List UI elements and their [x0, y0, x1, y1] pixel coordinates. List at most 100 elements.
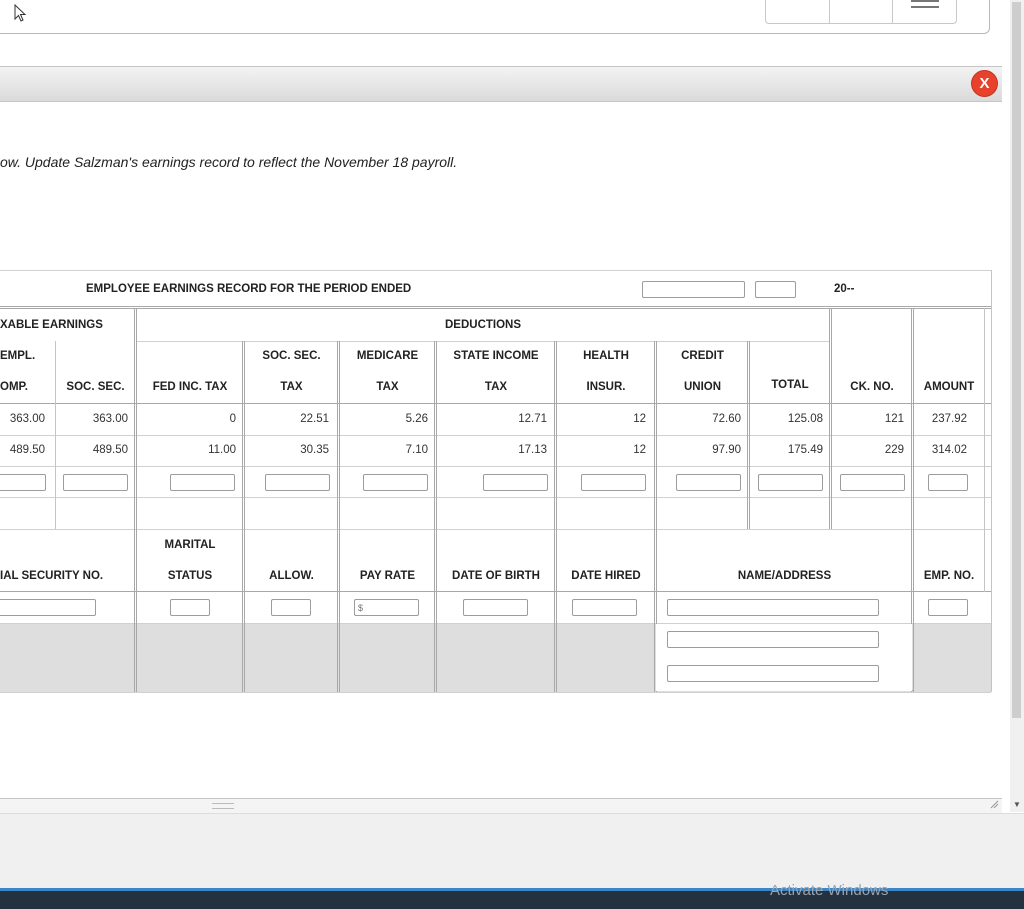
deductions-header: DEDUCTIONS — [444, 319, 522, 331]
row1-state-income-tax: 12.71 — [518, 413, 547, 425]
mouse-cursor-icon — [14, 4, 27, 22]
address-line1-input[interactable] — [667, 631, 879, 648]
social-security-input[interactable] — [0, 599, 96, 616]
taxable-earnings-header: XABLE EARNINGS — [0, 319, 103, 331]
state-income-tax-header-line2: TAX — [484, 381, 508, 393]
row2-soc-sec: 489.50 — [92, 444, 128, 456]
scroll-down-icon[interactable]: ▼ — [1010, 797, 1024, 811]
table-border — [434, 341, 437, 692]
social-security-header: IAL SECURITY NO. — [0, 570, 104, 582]
state-income-tax-header-line1: STATE INCOME — [453, 350, 539, 362]
allow-input[interactable] — [271, 599, 311, 616]
date-hired-header: DATE HIRED — [571, 570, 641, 582]
table-border — [0, 435, 991, 436]
record-title: EMPLOYEE EARNINGS RECORD FOR THE PERIOD … — [86, 283, 412, 295]
activate-windows-watermark: Activate Windows — [770, 882, 889, 899]
medicare-tax-header-line2: TAX — [376, 381, 399, 393]
health-insur-header-line2: INSUR. — [586, 381, 626, 393]
table-border — [829, 308, 832, 529]
row1-amount: 237.92 — [931, 413, 967, 425]
name-address-header: NAME/ADDRESS — [737, 570, 832, 582]
emp-no-input[interactable] — [928, 599, 968, 616]
table-border — [0, 308, 991, 309]
row2-amount: 314.02 — [931, 444, 967, 456]
state-income-tax-input[interactable] — [483, 474, 548, 491]
medicare-tax-input[interactable] — [363, 474, 428, 491]
empl-comp-input[interactable] — [0, 474, 46, 491]
table-border — [242, 341, 245, 692]
splitter-grip-icon[interactable] — [212, 803, 234, 809]
row1-soc-sec: 363.00 — [92, 413, 128, 425]
table-border — [0, 466, 991, 467]
health-insur-input[interactable] — [581, 474, 646, 491]
scrollbar-thumb[interactable] — [1012, 2, 1021, 718]
row2-medicare-tax: 7.10 — [405, 444, 428, 456]
table-border — [136, 341, 830, 342]
period-ended-month-input[interactable] — [642, 281, 745, 298]
medicare-tax-header-line1: MEDICARE — [356, 350, 419, 362]
ck-no-input[interactable] — [840, 474, 905, 491]
period-ended-day-input[interactable] — [755, 281, 796, 298]
row2-fed-inc-tax: 11.00 — [208, 444, 236, 456]
soc-sec-earnings-input[interactable] — [63, 474, 128, 491]
pay-rate-header: PAY RATE — [359, 570, 416, 582]
table-border — [55, 341, 56, 529]
credit-union-input[interactable] — [676, 474, 741, 491]
empl-comp-header-line1: EMPL. — [0, 350, 36, 362]
row1-fed-inc-tax: 0 — [229, 413, 236, 425]
amount-input[interactable] — [928, 474, 968, 491]
table-border — [134, 308, 137, 692]
table-border — [0, 591, 991, 592]
row2-ck-no: 229 — [884, 444, 904, 456]
row2-credit-union: 97.90 — [712, 444, 741, 456]
table-border — [0, 692, 991, 693]
table-border — [0, 497, 991, 498]
pay-rate-input[interactable] — [354, 599, 419, 616]
close-button[interactable]: X — [972, 71, 997, 96]
table-border — [0, 306, 991, 307]
row1-ck-no: 121 — [884, 413, 904, 425]
menu-icon — [910, 0, 939, 8]
table-border — [0, 270, 991, 271]
date-of-birth-input[interactable] — [463, 599, 528, 616]
toolbar-segment-2[interactable] — [830, 0, 894, 23]
row2-total: 175.49 — [787, 444, 823, 456]
soc-sec-tax-header-line1: SOC. SEC. — [262, 350, 321, 362]
total-input[interactable] — [758, 474, 823, 491]
toolbar-segment-1[interactable] — [766, 0, 830, 23]
credit-union-header-line2: UNION — [683, 381, 722, 393]
table-border — [0, 529, 991, 530]
row1-medicare-tax: 5.26 — [405, 413, 428, 425]
total-header: TOTAL — [771, 379, 809, 391]
toolbar-menu-button[interactable] — [893, 0, 956, 23]
soc-sec-tax-header-line2: TAX — [280, 381, 303, 393]
marital-status-input[interactable] — [170, 599, 210, 616]
name-input[interactable] — [667, 599, 879, 616]
table-border — [747, 341, 750, 529]
row1-empl-comp: 363.00 — [9, 413, 45, 425]
soc-sec-tax-input[interactable] — [265, 474, 330, 491]
row1-soc-sec-tax: 22.51 — [300, 413, 329, 425]
bottom-panel — [0, 813, 1024, 889]
date-hired-input[interactable] — [572, 599, 637, 616]
table-border — [554, 341, 557, 692]
fed-inc-tax-input[interactable] — [170, 474, 235, 491]
soc-sec-header: SOC. SEC. — [66, 381, 125, 393]
row2-state-income-tax: 17.13 — [518, 444, 547, 456]
amount-header: AMOUNT — [923, 381, 975, 393]
table-border — [984, 308, 985, 592]
instructions-text: ow. Update Salzman's earnings record to … — [0, 154, 458, 170]
row1-health-insur: 12 — [633, 413, 646, 425]
toolbar-button-group — [765, 0, 957, 24]
table-border — [0, 403, 991, 404]
year-label: 20-- — [834, 283, 855, 295]
ck-no-header: CK. NO. — [850, 381, 894, 393]
row2-soc-sec-tax: 30.35 — [300, 444, 329, 456]
resize-grip-icon[interactable] — [990, 800, 999, 809]
address-line2-input[interactable] — [667, 665, 879, 682]
splitter-bar[interactable] — [0, 798, 1002, 813]
credit-union-header-line1: CREDIT — [681, 350, 724, 362]
marital-status-header-line1: MARITAL — [164, 539, 216, 551]
allow-header: ALLOW. — [269, 570, 314, 582]
table-border — [991, 270, 992, 692]
